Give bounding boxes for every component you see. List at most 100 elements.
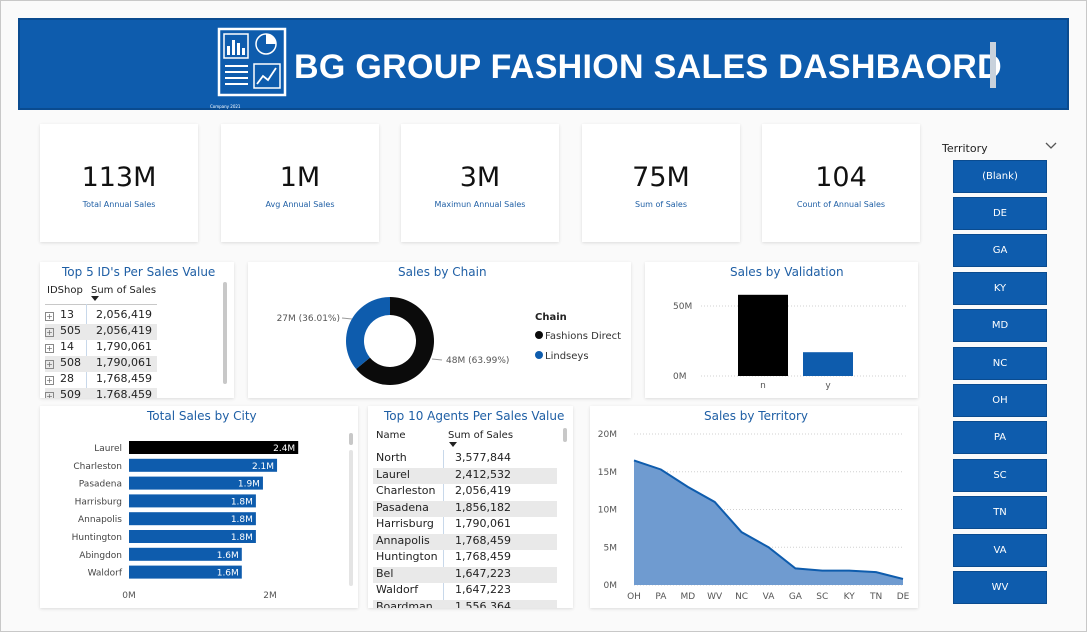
data-label: 2.4M xyxy=(273,444,295,454)
chart-scrollbar[interactable] xyxy=(349,433,353,445)
category-label: Abingdon xyxy=(79,551,122,561)
slicer-item-ky[interactable]: KY xyxy=(953,272,1047,305)
validation-bar-chart: 0M 50M n y xyxy=(673,294,907,391)
slicer-item-pa[interactable]: PA xyxy=(953,421,1047,454)
x-tick-label: DE xyxy=(897,592,910,602)
slicer-item-ga[interactable]: GA xyxy=(953,234,1047,267)
table-row[interactable]: Waldorf 1,647,223 xyxy=(373,583,557,599)
y-tick-label: 0M xyxy=(673,372,687,382)
data-label: 1.8M xyxy=(231,497,253,507)
x-tick-label: SC xyxy=(816,592,828,602)
agent-name: Charleston xyxy=(376,484,436,497)
table-scrollbar[interactable] xyxy=(563,428,567,442)
agent-value: 1,856,182 xyxy=(455,500,511,514)
agent-value: 1,768,459 xyxy=(455,550,511,563)
y-tick-label: 50M xyxy=(673,302,692,312)
kpi-maximum-annual-sales[interactable]: 3M Maximun Annual Sales xyxy=(401,124,559,242)
table-row[interactable]: Charleston 2,056,419 xyxy=(373,484,557,500)
agent-value: 2,412,532 xyxy=(455,467,511,481)
table-row[interactable]: +509 1,768,459 xyxy=(45,388,157,398)
data-label: 1.6M xyxy=(217,551,239,561)
data-label: 1.8M xyxy=(231,515,253,525)
kpi-sum-of-sales[interactable]: 75M Sum of Sales xyxy=(582,124,740,242)
sort-desc-icon[interactable] xyxy=(91,296,99,301)
column-header-idshop[interactable]: IDShop xyxy=(47,285,83,296)
table-row[interactable]: +505 2,056,419 xyxy=(45,324,157,340)
page-title: BG GROUP FASHION SALES DASHBAORD xyxy=(294,48,1002,86)
kpi-total-annual-sales[interactable]: 113M Total Annual Sales xyxy=(40,124,198,242)
chart-scroll-track[interactable] xyxy=(349,450,353,586)
category-label: Huntington xyxy=(72,533,122,543)
agent-name: Waldorf xyxy=(376,583,419,596)
title-accent-bar xyxy=(990,42,996,88)
table-row[interactable]: Bel 1,647,223 xyxy=(373,566,557,583)
kpi-count-of-annual-sales[interactable]: 104 Count of Annual Sales xyxy=(762,124,920,242)
slicer-item-nc[interactable]: NC xyxy=(953,347,1047,380)
table-row[interactable]: +28 1,768,459 xyxy=(45,372,157,388)
agent-name: Laurel xyxy=(376,467,410,481)
agent-name: Huntington xyxy=(376,550,438,563)
slicer-item-tn[interactable]: TN xyxy=(953,496,1047,529)
table-row[interactable]: Huntington 1,768,459 xyxy=(373,550,557,566)
column-header-name[interactable]: Name xyxy=(376,430,406,441)
sales-by-validation-visual[interactable]: Sales by Validation 0M 50M n y xyxy=(645,262,918,398)
x-tick-label: NC xyxy=(735,592,748,602)
table-row[interactable]: Laurel 2,412,532 xyxy=(373,467,557,484)
agent-value: 3,577,844 xyxy=(455,451,511,464)
sales-by-territory-visual[interactable]: Sales by Territory 0M 5M 10M 15M 20M OH PA MD WV… xyxy=(590,406,918,608)
slicer-item-oh[interactable]: OH xyxy=(953,384,1047,417)
table-row[interactable]: Pasadena 1,856,182 xyxy=(373,500,557,517)
leader-line xyxy=(431,358,443,361)
top5-ids-table[interactable]: Top 5 ID's Per Sales Value IDShop Sum of… xyxy=(40,262,234,398)
table-row[interactable]: Annapolis 1,768,459 xyxy=(373,533,557,550)
x-tick-label: MD xyxy=(680,592,695,602)
table-row[interactable]: Boardman 1,556,364 xyxy=(373,599,557,609)
legend-item-fashions-direct[interactable]: Fashions Direct xyxy=(535,331,621,342)
legend-label: Lindseys xyxy=(545,351,589,362)
row-value: 2,056,419 xyxy=(96,308,152,321)
category-label: Laurel xyxy=(94,444,122,454)
slicer-item-wv[interactable]: WV xyxy=(953,571,1047,604)
table-row[interactable]: Harrisburg 1,790,061 xyxy=(373,517,557,533)
row-value: 1,790,061 xyxy=(96,340,152,353)
table-scrollbar[interactable] xyxy=(223,282,227,384)
x-tick-label: 2M xyxy=(263,591,277,601)
legend-marker xyxy=(535,351,543,359)
x-tick-label: GA xyxy=(789,592,803,602)
x-tick-label: PA xyxy=(655,592,667,602)
agent-name: Boardman xyxy=(376,599,433,609)
table-row[interactable]: North 3,577,844 xyxy=(373,451,557,467)
table-row[interactable]: +14 1,790,061 xyxy=(45,340,157,356)
slicer-item-blank[interactable]: (Blank) xyxy=(953,160,1047,193)
sort-desc-icon[interactable] xyxy=(449,442,457,447)
slicer-item-sc[interactable]: SC xyxy=(953,459,1047,492)
category-label: Waldorf xyxy=(88,569,123,579)
data-label-fashions-direct: 48M (63.99%) xyxy=(446,356,509,366)
sales-by-city-visual[interactable]: Total Sales by City Laurel 2.4M Charleston… xyxy=(40,406,358,608)
x-tick-label: WV xyxy=(707,592,723,602)
slicer-item-de[interactable]: DE xyxy=(953,197,1047,230)
kpi-avg-annual-sales[interactable]: 1M Avg Annual Sales xyxy=(221,124,379,242)
y-tick-label: 15M xyxy=(598,468,617,478)
chevron-down-icon[interactable] xyxy=(1045,140,1057,153)
slicer-item-md[interactable]: MD xyxy=(953,309,1047,342)
kpi-value: 1M xyxy=(279,162,321,193)
column-header-sum-of-sales[interactable]: Sum of Sales xyxy=(448,430,513,441)
top10-agents-table[interactable]: Top 10 Agents Per Sales Value Name Sum o… xyxy=(368,406,573,608)
y-tick-label: 20M xyxy=(598,430,617,440)
table-row[interactable]: +508 1,790,061 xyxy=(45,356,157,372)
table-row[interactable]: +13 2,056,419 xyxy=(45,308,157,324)
visual-title: Top 5 ID's Per Sales Value xyxy=(62,265,216,279)
x-tick-label: TN xyxy=(869,592,882,602)
legend-item-lindseys[interactable]: Lindseys xyxy=(535,351,589,362)
leader-line xyxy=(341,317,353,320)
data-label: 1.9M xyxy=(238,480,260,490)
logo-caption: Сompany 2021 xyxy=(210,104,241,109)
legend-marker xyxy=(535,331,543,339)
slicer-item-va[interactable]: VA xyxy=(953,534,1047,567)
column-header-sum-of-sales[interactable]: Sum of Sales xyxy=(91,285,156,296)
sales-by-chain-visual[interactable]: Sales by Chain 48M (63.99%) 27M (36.01%) … xyxy=(248,262,631,398)
bar-n xyxy=(738,294,788,376)
slicer-title: Territory xyxy=(942,142,988,155)
x-tick-label: OH xyxy=(627,592,641,602)
